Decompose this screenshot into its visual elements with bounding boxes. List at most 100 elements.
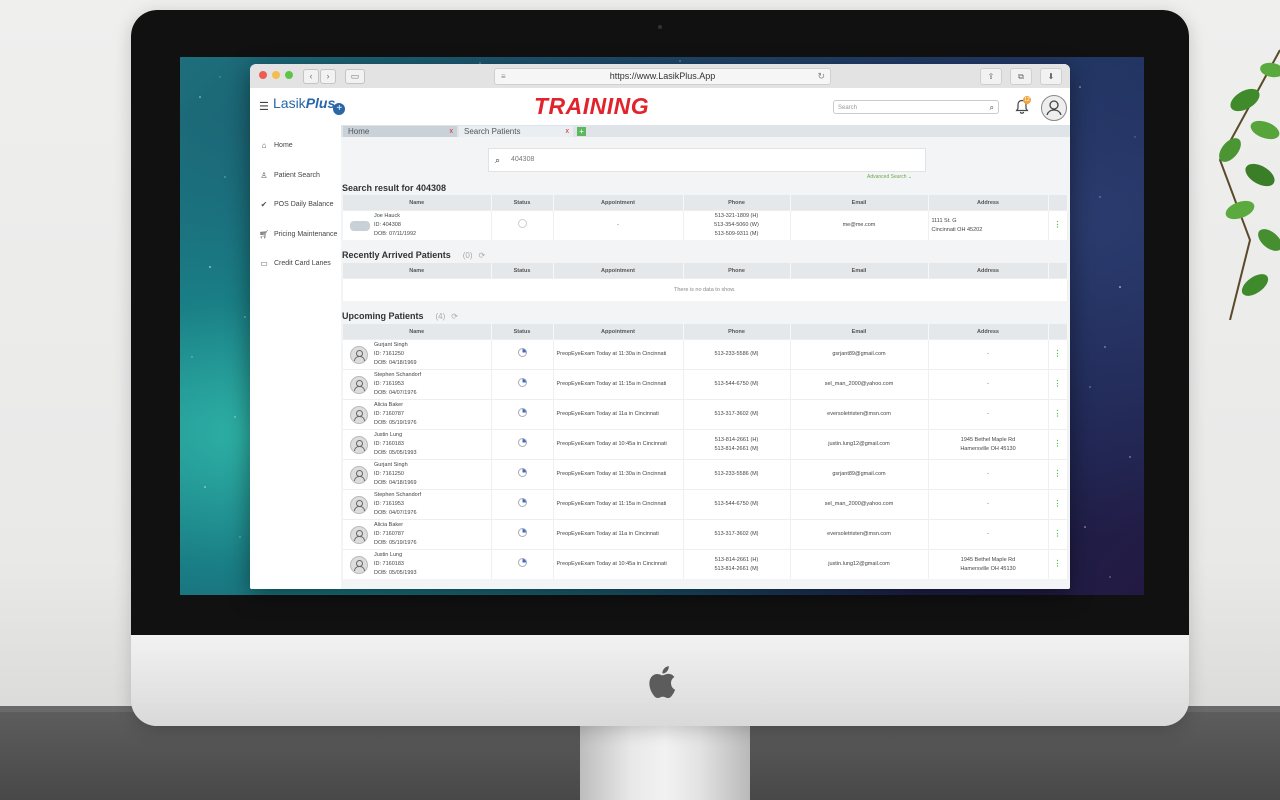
patient-name[interactable]: Alicia Baker (374, 521, 417, 530)
appointment-text: PreopEyeExam Today at 11a in Cincinnati (556, 411, 659, 417)
more-actions-icon[interactable]: ⋮ (1054, 469, 1062, 478)
column-header[interactable]: Address (928, 195, 1049, 211)
phone-number: 513-814-2661 (H) (714, 436, 759, 443)
more-actions-icon[interactable]: ⋮ (1054, 559, 1062, 568)
share-icon[interactable]: ⇪ (980, 68, 1002, 85)
patient-name[interactable]: Justin Lung (374, 551, 417, 560)
table-row[interactable]: Justin Lung ID: 7160183 DOB: 05/05/1993 Pre… (343, 429, 1068, 460)
refresh-icon[interactable]: ⟳ (479, 251, 486, 260)
name-cell: Alicia Baker ID: 7160787 DOB: 05/19/1976 (343, 519, 492, 550)
column-header[interactable]: Name (343, 263, 492, 279)
table-row[interactable]: Alicia Baker ID: 7160787 DOB: 05/19/1976 Pr… (343, 399, 1068, 430)
more-actions-icon[interactable]: ⋮ (1054, 439, 1062, 448)
status-icon (517, 408, 527, 417)
more-actions-icon[interactable]: ⋮ (1054, 529, 1062, 538)
patient-avatar-icon (350, 525, 368, 544)
patient-name[interactable]: Stephen Schandorf (374, 371, 421, 380)
advanced-search-link[interactable]: Advanced Search ⌄ (867, 174, 912, 180)
phone-cell: 513-814-2661 (H) 513-814-2661 (M) (683, 429, 791, 460)
patient-avatar-icon (350, 405, 368, 424)
table-row[interactable]: Justin Lung ID: 7160183 DOB: 05/05/1993 Pre… (343, 549, 1068, 579)
address-cell: - (928, 459, 1049, 490)
sidebar-item-patient-search[interactable]: ♙ Patient Search (258, 171, 320, 180)
patient-search-input[interactable]: ⌕ 404308 (488, 148, 926, 172)
column-header[interactable]: Status (491, 195, 554, 211)
row-actions-cell: ⋮ (1048, 459, 1068, 490)
column-header[interactable]: Appointment (553, 324, 684, 340)
more-actions-icon[interactable]: ⋮ (1054, 220, 1062, 229)
sidebar-item-credit-card-lanes[interactable]: ▭ Credit Card Lanes (258, 259, 331, 268)
header-search-input[interactable]: Search ⌕ (833, 100, 999, 114)
sidebar-item-pricing-maintenance[interactable]: 🛒︎ Pricing Maintenance (258, 230, 338, 239)
sidebar-item-pos-daily-balance[interactable]: ✔ POS Daily Balance (258, 200, 334, 209)
column-header[interactable]: Status (491, 263, 554, 279)
status-icon (517, 219, 527, 228)
patient-name[interactable]: Stephen Schandorf (374, 491, 421, 500)
user-avatar[interactable] (1041, 95, 1067, 121)
table-row[interactable]: Alicia Baker ID: 7160787 DOB: 05/19/1976 Pr… (343, 519, 1068, 550)
table-row[interactable]: Gurjant Singh ID: 7161250 DOB: 04/18/1969 P… (343, 459, 1068, 490)
column-header[interactable]: Phone (683, 324, 791, 340)
add-tab-button[interactable]: + (577, 127, 586, 136)
tab-search-patients[interactable]: Search Patients x (459, 126, 573, 137)
close-tab-icon[interactable]: x (450, 126, 454, 137)
column-header[interactable]: Phone (683, 263, 791, 279)
patient-dob: DOB: 05/19/1976 (374, 420, 417, 426)
table-row[interactable]: Stephen Schandorf ID: 7161953 DOB: 04/07/1… (343, 369, 1068, 400)
patient-avatar-icon (350, 555, 368, 574)
column-header[interactable]: Email (790, 324, 929, 340)
address-cell: 1111 St. G Cincinnati OH 45202 (928, 210, 1049, 240)
table-row[interactable]: Joe Hauck ID: 404308 DOB: 07/11/1992 - 513-3… (343, 210, 1068, 240)
column-header[interactable]: Email (790, 195, 929, 211)
download-icon[interactable]: ⬇ (1040, 68, 1062, 85)
column-header[interactable]: Name (343, 324, 492, 340)
patient-id: ID: 7161250 (374, 351, 404, 357)
patient-info: Stephen Schandorf ID: 7161953 DOB: 04/07/1… (374, 371, 421, 398)
column-header[interactable]: Appointment (553, 195, 684, 211)
appointment-text: - (617, 222, 619, 228)
more-actions-icon[interactable]: ⋮ (1054, 499, 1062, 508)
table-row[interactable]: Stephen Schandorf ID: 7161953 DOB: 04/07/1… (343, 489, 1068, 520)
appointment-text: PreopEyeExam Today at 11a in Cincinnati (556, 531, 659, 537)
close-window-button[interactable] (259, 71, 267, 79)
email-cell: me@me.com (790, 210, 929, 240)
search-icon[interactable]: ⌕ (990, 101, 994, 115)
column-header[interactable]: Name (343, 195, 492, 211)
sidebar-item-home[interactable]: ⌂ Home (258, 141, 293, 150)
menu-icon[interactable]: ☰ (259, 100, 269, 113)
status-icon (517, 528, 527, 537)
column-header[interactable]: Email (790, 263, 929, 279)
column-header[interactable]: Address (928, 324, 1049, 340)
back-button[interactable]: ‹ (303, 69, 319, 84)
more-actions-icon[interactable]: ⋮ (1054, 379, 1062, 388)
patient-name[interactable]: Gurjant Singh (374, 341, 417, 350)
email-text: justin.lung12@gmail.com (828, 441, 890, 447)
patient-name[interactable]: Justin Lung (374, 431, 417, 440)
tabs-overview-icon[interactable]: ⧉ (1010, 68, 1032, 85)
forward-button[interactable]: › (320, 69, 336, 84)
sidebar-toggle-icon[interactable]: ▭ (345, 69, 365, 84)
reload-icon[interactable]: ↻ (817, 69, 825, 84)
column-header[interactable]: Appointment (553, 263, 684, 279)
url-bar[interactable]: ≡ https://www.LasikPlus.App ↻ (494, 68, 831, 85)
patient-dob: DOB: 04/18/1969 (374, 480, 417, 486)
refresh-icon[interactable]: ⟳ (451, 312, 458, 321)
patient-name[interactable]: Alicia Baker (374, 401, 417, 410)
minimize-window-button[interactable] (272, 71, 280, 79)
close-tab-icon[interactable]: x (566, 126, 570, 137)
column-header[interactable]: Status (491, 324, 554, 340)
tab-home[interactable]: Home x (343, 126, 457, 137)
lasikplus-logo[interactable]: LasikPlus+ (273, 95, 346, 115)
name-cell: Justin Lung ID: 7160183 DOB: 05/05/1993 (343, 429, 492, 460)
search-icon: ⌕ (495, 155, 501, 165)
zoom-window-button[interactable] (285, 71, 293, 79)
column-header[interactable]: Phone (683, 195, 791, 211)
more-actions-icon[interactable]: ⋮ (1054, 409, 1062, 418)
patient-name[interactable]: Joe Hauck (374, 212, 416, 221)
more-actions-icon[interactable]: ⋮ (1054, 349, 1062, 358)
patient-name[interactable]: Gurjant Singh (374, 461, 417, 470)
column-header[interactable]: Address (928, 263, 1049, 279)
reader-icon[interactable]: ≡ (501, 69, 506, 84)
search-result-title: Search result for 404308 (342, 183, 447, 193)
table-row[interactable]: Gurjant Singh ID: 7161250 DOB: 04/18/1969 P… (343, 339, 1068, 370)
